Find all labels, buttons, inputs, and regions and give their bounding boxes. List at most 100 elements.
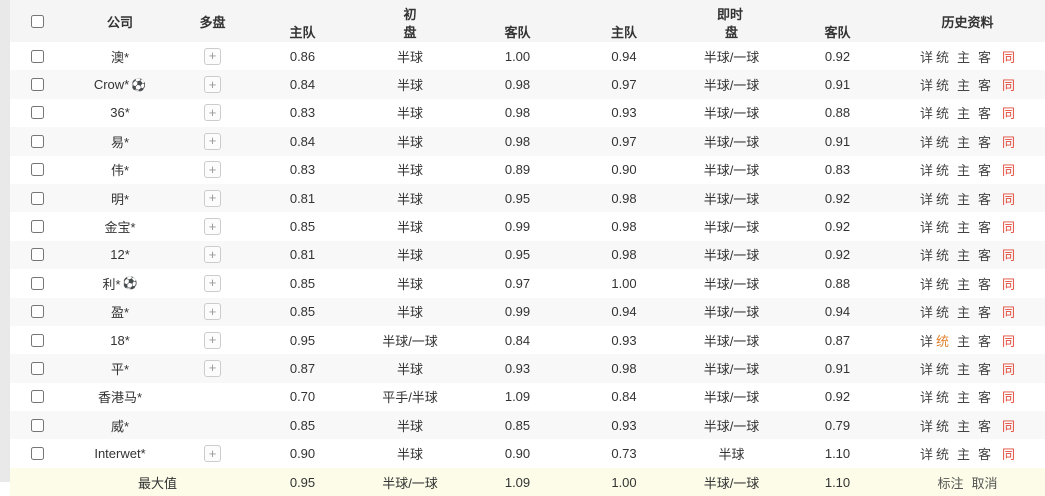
history-link-same[interactable]: 同 [1002,416,1015,435]
row-checkbox[interactable] [31,50,44,63]
history-link-detail[interactable]: 详 [920,217,933,236]
history-link-stats[interactable]: 统 [936,444,949,463]
company-name[interactable]: 伟* [111,160,129,179]
company-name[interactable]: 盈* [111,302,129,321]
history-link-same[interactable]: 同 [1002,75,1015,94]
history-link-same[interactable]: 同 [1002,444,1015,463]
company-name[interactable]: 易* [111,132,129,151]
history-link-home[interactable]: 主 [957,132,970,151]
history-link-home[interactable]: 主 [957,387,970,406]
company-name[interactable]: 澳* [111,47,129,66]
history-link-detail[interactable]: 详 [920,359,933,378]
company-name[interactable]: 金宝* [104,217,135,236]
company-name[interactable]: Interwet* [94,446,145,461]
history-link-detail[interactable]: 详 [920,387,933,406]
history-link-away[interactable]: 客 [978,47,991,66]
company-name[interactable]: 香港马* [98,387,142,406]
company-name[interactable]: 明* [111,189,129,208]
row-checkbox[interactable] [31,305,44,318]
mark-link[interactable]: 标注 [937,473,963,492]
row-checkbox[interactable] [31,220,44,233]
history-link-same[interactable]: 同 [1002,359,1015,378]
row-checkbox[interactable] [31,78,44,91]
history-link-same[interactable]: 同 [1002,387,1015,406]
history-link-same[interactable]: 同 [1002,160,1015,179]
expand-more-odds-button[interactable]: + [204,133,221,150]
history-link-same[interactable]: 同 [1002,245,1015,264]
company-name[interactable]: 平* [111,359,129,378]
history-link-away[interactable]: 客 [978,103,991,122]
history-link-stats[interactable]: 统 [936,331,949,350]
history-link-away[interactable]: 客 [978,387,991,406]
expand-more-odds-button[interactable]: + [204,104,221,121]
history-link-stats[interactable]: 统 [936,189,949,208]
row-checkbox[interactable] [31,192,44,205]
row-checkbox[interactable] [31,334,44,347]
history-link-detail[interactable]: 详 [920,47,933,66]
company-name[interactable]: 12* [110,247,130,262]
row-checkbox[interactable] [31,135,44,148]
history-link-stats[interactable]: 统 [936,359,949,378]
history-link-home[interactable]: 主 [957,189,970,208]
row-checkbox[interactable] [31,163,44,176]
history-link-detail[interactable]: 详 [920,75,933,94]
expand-more-odds-button[interactable]: + [204,48,221,65]
history-link-away[interactable]: 客 [978,274,991,293]
expand-more-odds-button[interactable]: + [204,218,221,235]
history-link-away[interactable]: 客 [978,160,991,179]
history-link-detail[interactable]: 详 [920,444,933,463]
history-link-stats[interactable]: 统 [936,416,949,435]
history-link-stats[interactable]: 统 [936,387,949,406]
history-link-stats[interactable]: 统 [936,75,949,94]
company-name[interactable]: 36* [110,105,130,120]
row-checkbox[interactable] [31,447,44,460]
history-link-home[interactable]: 主 [957,302,970,321]
expand-more-odds-button[interactable]: + [204,445,221,462]
history-link-home[interactable]: 主 [957,103,970,122]
history-link-same[interactable]: 同 [1002,274,1015,293]
select-all-checkbox[interactable] [31,15,44,28]
history-link-detail[interactable]: 详 [920,160,933,179]
history-link-detail[interactable]: 详 [920,245,933,264]
history-link-stats[interactable]: 统 [936,103,949,122]
history-link-home[interactable]: 主 [957,160,970,179]
history-link-detail[interactable]: 详 [920,103,933,122]
history-link-detail[interactable]: 详 [920,302,933,321]
row-checkbox[interactable] [31,277,44,290]
history-link-away[interactable]: 客 [978,217,991,236]
history-link-stats[interactable]: 统 [936,217,949,236]
history-link-away[interactable]: 客 [978,416,991,435]
history-link-away[interactable]: 客 [978,189,991,208]
history-link-detail[interactable]: 详 [920,132,933,151]
history-link-away[interactable]: 客 [978,245,991,264]
history-link-away[interactable]: 客 [978,302,991,321]
history-link-same[interactable]: 同 [1002,217,1015,236]
history-link-away[interactable]: 客 [978,444,991,463]
history-link-home[interactable]: 主 [957,274,970,293]
history-link-away[interactable]: 客 [978,359,991,378]
history-link-stats[interactable]: 统 [936,274,949,293]
history-link-detail[interactable]: 详 [920,416,933,435]
history-link-same[interactable]: 同 [1002,47,1015,66]
history-link-away[interactable]: 客 [978,75,991,94]
history-link-stats[interactable]: 统 [936,160,949,179]
history-link-home[interactable]: 主 [957,217,970,236]
expand-more-odds-button[interactable]: + [204,360,221,377]
history-link-home[interactable]: 主 [957,331,970,350]
company-name[interactable]: 18* [110,333,130,348]
history-link-home[interactable]: 主 [957,416,970,435]
expand-more-odds-button[interactable]: + [204,275,221,292]
company-name[interactable]: Crow* [94,77,129,92]
history-link-home[interactable]: 主 [957,47,970,66]
history-link-home[interactable]: 主 [957,359,970,378]
expand-more-odds-button[interactable]: + [204,246,221,263]
history-link-detail[interactable]: 详 [920,274,933,293]
history-link-same[interactable]: 同 [1002,103,1015,122]
history-link-same[interactable]: 同 [1002,302,1015,321]
expand-more-odds-button[interactable]: + [204,76,221,93]
history-link-stats[interactable]: 统 [936,132,949,151]
row-checkbox[interactable] [31,248,44,261]
expand-more-odds-button[interactable]: + [204,332,221,349]
history-link-detail[interactable]: 详 [920,331,933,350]
history-link-stats[interactable]: 统 [936,47,949,66]
